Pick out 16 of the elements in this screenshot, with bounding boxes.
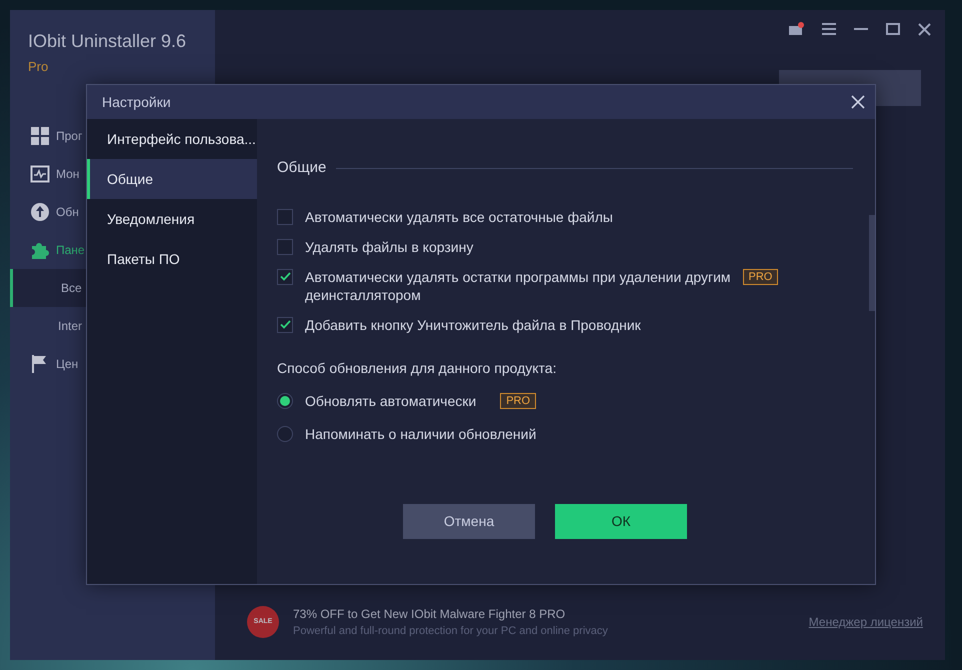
pro-badge: PRO (500, 393, 536, 409)
option-label: Удалять файлы в корзину (305, 238, 474, 256)
edition-label: Pro (28, 58, 50, 76)
option-label: Обновлять автоматически (305, 392, 476, 410)
option-label: деинсталлятором (305, 286, 421, 304)
option-label: Добавить кнопку Уничтожитель файла в Проводник (305, 316, 641, 334)
promo-headline: 73% OFF to Get New IObit Malware Fighter 8 PRO (293, 606, 566, 623)
option-label: Автоматически удалять все остаточные файлы (305, 208, 613, 226)
option-label: Напоминать о наличии обновлений (305, 424, 536, 444)
option-label: Автоматически удалять остатки программы при удалении другим (305, 268, 731, 286)
dialog-title: Настройки (102, 92, 171, 112)
app-title: IObit Uninstaller 9.6 (28, 30, 188, 53)
promo-subline: Powerful and full-round protection for your PC and online privacy (293, 624, 609, 639)
section-title: Общие (277, 158, 326, 178)
pro-badge: PRO (742, 268, 778, 284)
update-method-label: Способ обновления для данного продукта: (277, 358, 558, 378)
